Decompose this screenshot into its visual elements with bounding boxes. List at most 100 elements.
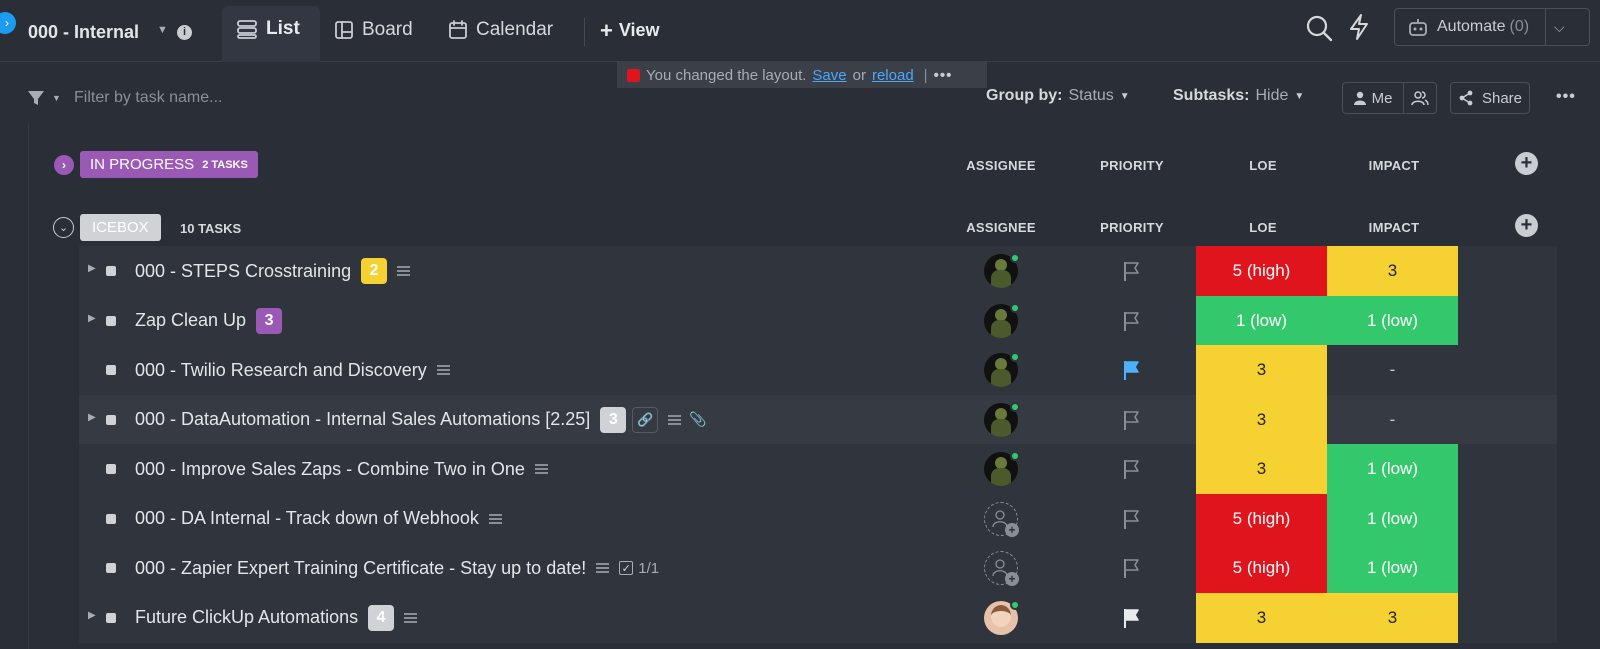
assignees-filter-button[interactable] xyxy=(1403,82,1437,114)
status-square-icon[interactable] xyxy=(106,315,116,326)
task-row[interactable]: 000 - Improve Sales Zaps - Combine Two i… xyxy=(79,444,1557,494)
priority-flag-icon[interactable] xyxy=(1123,310,1141,332)
priority-flag-icon[interactable] xyxy=(1123,409,1141,431)
status-square-icon[interactable] xyxy=(106,266,116,276)
tab-calendar[interactable]: Calendar xyxy=(448,19,553,41)
tab-list[interactable]: List xyxy=(236,18,300,40)
column-header-priority[interactable]: PRIORITY xyxy=(1072,220,1192,235)
share-button[interactable]: Share xyxy=(1450,82,1530,114)
toast-save-link[interactable]: Save xyxy=(812,67,846,84)
group-collapse-button[interactable]: ⌄ xyxy=(53,217,74,238)
loe-cell[interactable]: 3 xyxy=(1196,345,1327,395)
subtask-count-badge[interactable]: 3 xyxy=(600,406,627,433)
impact-cell[interactable]: 1 (low) xyxy=(1327,543,1458,593)
task-row[interactable]: ▶ 000 - DataAutomation - Internal Sales A… xyxy=(79,394,1557,445)
task-row[interactable]: ▶ Zap Clean Up 3 1 (low) 1 (low) xyxy=(79,295,1557,346)
subtask-count-badge[interactable]: 4 xyxy=(368,604,395,631)
calendar-icon xyxy=(449,20,467,39)
loe-cell[interactable]: 3 xyxy=(1196,394,1327,445)
status-square-icon[interactable] xyxy=(106,414,116,425)
subtasks-dropdown[interactable]: Subtasks: Hide ▼ xyxy=(1173,87,1304,105)
tab-board[interactable]: Board xyxy=(334,19,413,41)
status-square-icon[interactable] xyxy=(106,464,116,474)
impact-cell[interactable]: 1 (low) xyxy=(1327,444,1458,494)
add-view-button[interactable]: + View xyxy=(600,19,660,41)
task-name[interactable]: Future ClickUp Automations xyxy=(135,607,358,628)
priority-flag-icon[interactable] xyxy=(1123,458,1141,480)
impact-cell[interactable]: 3 xyxy=(1327,246,1458,296)
add-assignee-icon[interactable]: + xyxy=(984,501,1019,537)
subtask-count-badge[interactable]: 3 xyxy=(256,307,283,334)
expand-subtasks-icon[interactable]: ▶ xyxy=(88,412,96,423)
add-column-button[interactable]: + xyxy=(1515,214,1538,237)
impact-cell[interactable]: 3 xyxy=(1327,592,1458,643)
chevron-right-icon: › xyxy=(5,16,9,30)
add-assignee-icon[interactable]: + xyxy=(984,551,1019,586)
status-square-icon[interactable] xyxy=(106,612,116,623)
impact-cell[interactable]: - xyxy=(1327,395,1458,445)
loe-cell[interactable]: 5 (high) xyxy=(1196,543,1327,593)
subtask-count-badge[interactable]: 2 xyxy=(361,258,388,284)
status-badge-in-progress[interactable]: IN PROGRESS 2 TASKS xyxy=(80,151,258,178)
impact-cell[interactable]: - xyxy=(1327,345,1458,395)
caret-down-icon[interactable]: ▼ xyxy=(157,24,168,36)
column-header-assignee[interactable]: ASSIGNEE xyxy=(941,220,1061,235)
status-square-icon[interactable] xyxy=(106,365,116,375)
task-row[interactable]: ▶ Future ClickUp Automations 4 3 3 xyxy=(79,592,1557,643)
priority-flag-icon[interactable] xyxy=(1123,359,1141,381)
task-row[interactable]: ▶ 000 - STEPS Crosstraining 2 5 (high) 3 xyxy=(79,246,1557,296)
status-square-icon[interactable] xyxy=(106,563,116,573)
link-icon[interactable]: 🔗 xyxy=(632,406,659,433)
caret-down-icon[interactable]: ▼ xyxy=(52,93,61,103)
priority-flag-icon[interactable] xyxy=(1123,557,1141,579)
column-header-loe[interactable]: LOE xyxy=(1203,220,1323,235)
priority-flag-icon[interactable] xyxy=(1123,260,1141,282)
loe-cell[interactable]: 1 (low) xyxy=(1196,295,1327,346)
filter-input[interactable] xyxy=(74,86,374,110)
task-name[interactable]: 000 - STEPS Crosstraining xyxy=(135,261,351,282)
loe-cell[interactable]: 3 xyxy=(1196,444,1327,494)
column-header-impact[interactable]: IMPACT xyxy=(1334,158,1454,173)
impact-cell[interactable]: 1 (low) xyxy=(1327,295,1458,346)
group-expand-button[interactable]: › xyxy=(54,155,74,175)
column-header-assignee[interactable]: ASSIGNEE xyxy=(941,158,1061,173)
expand-subtasks-icon[interactable]: ▶ xyxy=(88,263,96,274)
loe-cell[interactable]: 5 (high) xyxy=(1196,246,1327,296)
task-name[interactable]: Zap Clean Up xyxy=(135,310,246,331)
task-name[interactable]: 000 - Zapier Expert Training Certificate… xyxy=(135,558,586,579)
task-row[interactable]: 000 - Zapier Expert Training Certificate… xyxy=(79,543,1557,593)
toast-reload-link[interactable]: reload xyxy=(872,67,914,84)
lightning-icon[interactable] xyxy=(1348,13,1370,41)
task-name[interactable]: 000 - Twilio Research and Discovery xyxy=(135,360,427,381)
priority-flag-icon[interactable] xyxy=(1123,607,1141,629)
more-icon[interactable]: ••• xyxy=(934,67,953,84)
search-icon[interactable] xyxy=(1305,14,1333,42)
expand-subtasks-icon[interactable]: ▶ xyxy=(88,313,96,324)
column-header-priority[interactable]: PRIORITY xyxy=(1072,158,1192,173)
filter-icon[interactable] xyxy=(27,89,45,107)
status-square-icon[interactable] xyxy=(106,513,116,524)
task-row[interactable]: 000 - Twilio Research and Discovery 3- xyxy=(79,345,1557,395)
impact-cell[interactable]: 1 (low) xyxy=(1327,493,1458,544)
more-options-icon[interactable]: ••• xyxy=(1556,88,1576,106)
info-icon[interactable]: i xyxy=(177,25,192,40)
loe-cell[interactable]: 3 xyxy=(1196,592,1327,643)
task-row[interactable]: 000 - DA Internal - Track down of Webhoo… xyxy=(79,493,1557,544)
column-header-impact[interactable]: IMPACT xyxy=(1334,220,1454,235)
task-name[interactable]: 000 - DataAutomation - Internal Sales Au… xyxy=(135,409,590,430)
priority-flag-icon[interactable] xyxy=(1123,508,1141,530)
add-column-button[interactable]: + xyxy=(1515,152,1538,175)
automate-button[interactable]: Automate (0) ⌵ xyxy=(1394,8,1590,46)
column-header-loe[interactable]: LOE xyxy=(1203,158,1323,173)
group-by-dropdown[interactable]: Group by: Status ▼ xyxy=(986,87,1130,105)
expand-subtasks-icon[interactable]: ▶ xyxy=(88,610,96,621)
robot-icon xyxy=(1409,19,1427,36)
me-filter-button[interactable]: Me xyxy=(1342,82,1404,114)
loe-cell[interactable]: 5 (high) xyxy=(1196,493,1327,544)
task-name[interactable]: 000 - DA Internal - Track down of Webhoo… xyxy=(135,508,479,529)
chevron-down-icon[interactable]: ⌵ xyxy=(1554,19,1565,36)
space-title[interactable]: 000 - Internal xyxy=(28,22,139,43)
task-name[interactable]: 000 - Improve Sales Zaps - Combine Two i… xyxy=(135,459,525,480)
subtasks-label: Subtasks: xyxy=(1173,87,1250,104)
status-badge-icebox[interactable]: ICEBOX xyxy=(80,214,161,241)
